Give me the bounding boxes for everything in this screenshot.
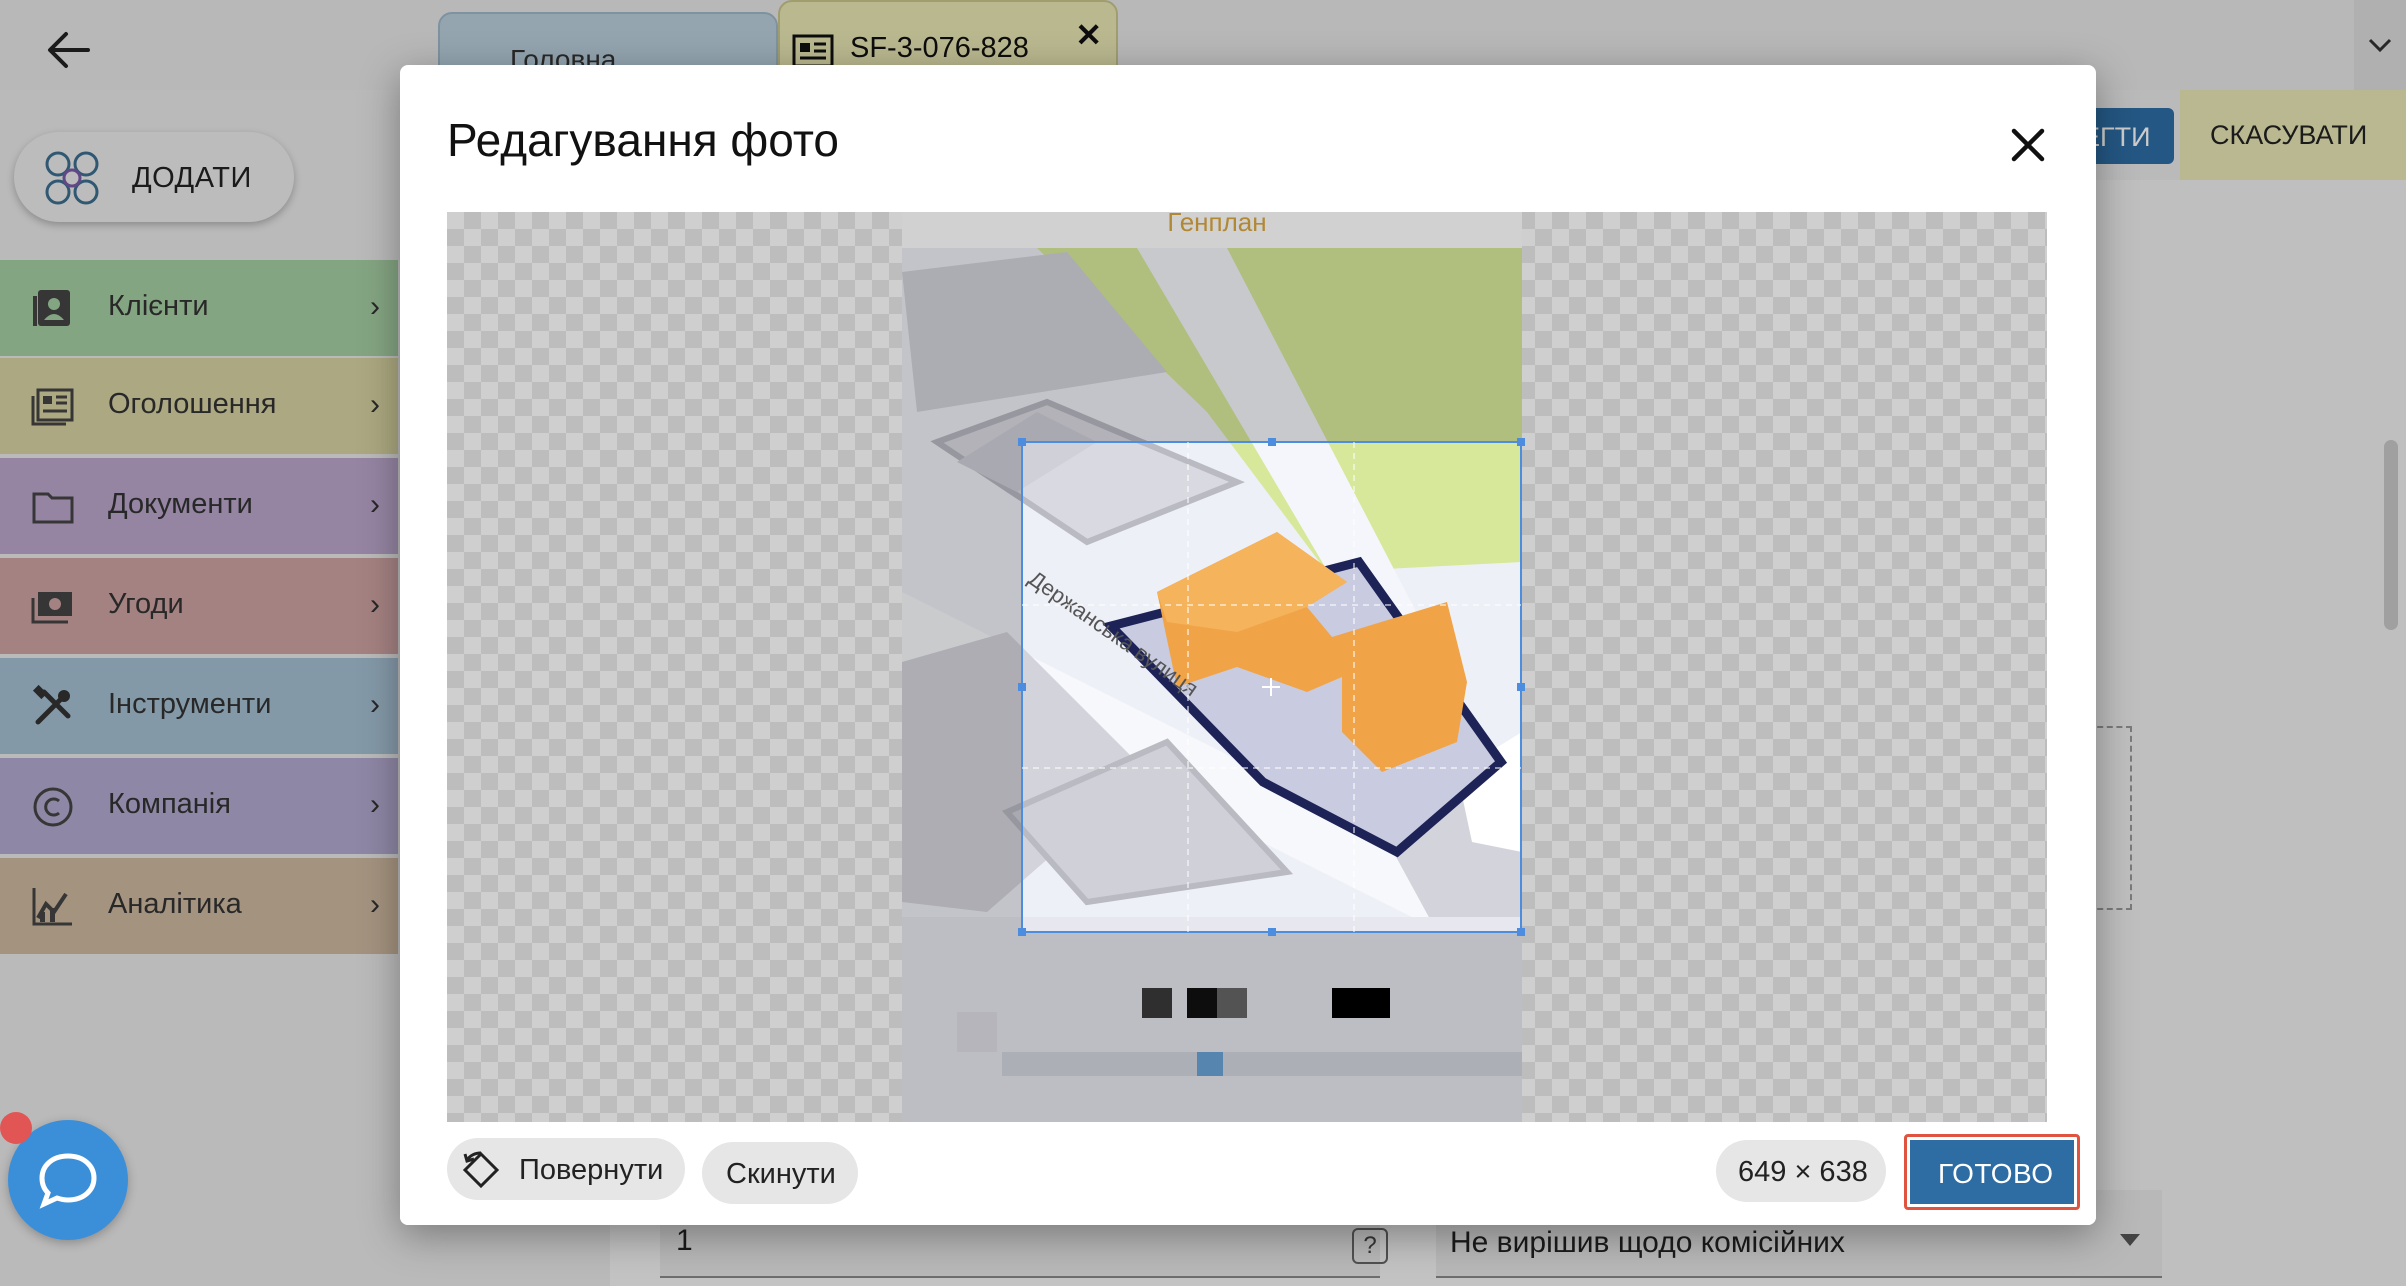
done-label: ГОТОВО xyxy=(1938,1158,2054,1189)
dialog-footer: Повернути Скинути 649 × 638 ГОТОВО xyxy=(400,1122,2096,1225)
reset-label: Скинути xyxy=(726,1158,836,1190)
done-button[interactable]: ГОТОВО xyxy=(1904,1134,2080,1210)
map-image: Генплан xyxy=(902,212,1525,1122)
close-dialog-button[interactable] xyxy=(1998,115,2058,175)
rotate-icon xyxy=(462,1151,500,1189)
image-size-label: 649 × 638 xyxy=(1738,1156,1868,1188)
dialog-title: Редагування фото xyxy=(447,114,839,166)
rotate-button[interactable]: Повернути xyxy=(447,1138,685,1200)
image-size-badge: 649 × 638 xyxy=(1716,1140,1886,1202)
chat-bubble-icon xyxy=(39,1153,97,1209)
close-icon xyxy=(2011,128,2045,162)
reset-button[interactable]: Скинути xyxy=(702,1142,858,1204)
done-button-fill: ГОТОВО xyxy=(1910,1140,2074,1204)
rotate-label: Повернути xyxy=(519,1154,664,1186)
notification-dot xyxy=(0,1112,32,1144)
image-crop-editor[interactable]: Генплан xyxy=(447,212,2047,1122)
photo-edit-dialog: Редагування фото Генплан xyxy=(400,65,2096,1225)
